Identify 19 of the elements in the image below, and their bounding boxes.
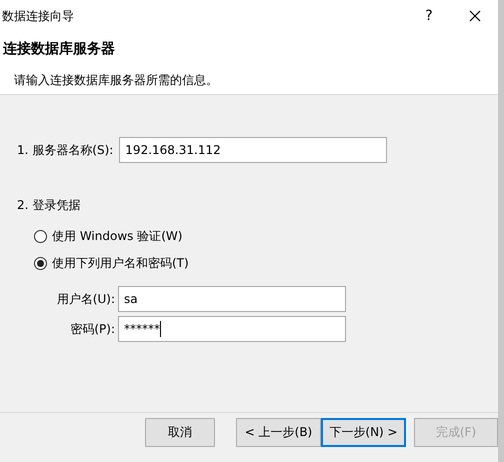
wizard-button[interactable]: 下一步(N) > <box>321 418 406 447</box>
wizard-button[interactable]: < 上一步(B) <box>236 418 321 447</box>
radio-button[interactable] <box>34 257 47 270</box>
username-label: 用户名(U): <box>56 290 115 308</box>
page-subtitle: 请输入连接数据库服务器所需的信息。 <box>14 72 219 89</box>
radio-button[interactable] <box>34 230 47 243</box>
server-name-label: 1. 服务器名称(S): <box>17 142 114 158</box>
radio-label: 使用下列用户名和密码(T) <box>52 255 189 272</box>
username-field[interactable]: sa <box>118 286 346 312</box>
password-label: 密码(P): <box>69 320 115 338</box>
close-icon <box>469 10 481 22</box>
window-title: 数据连接向导 <box>2 8 75 24</box>
password-field[interactable]: ****** <box>118 316 346 342</box>
radio-label: 使用 Windows 验证(W) <box>52 228 182 245</box>
help-button[interactable]: ? <box>406 0 452 32</box>
page-heading: 连接数据库服务器 <box>3 40 116 58</box>
login-credentials-label: 2. 登录凭据 <box>17 197 82 214</box>
server-name-field[interactable]: 192.168.31.112 <box>119 137 388 163</box>
wizard-button[interactable]: 取消 <box>145 418 215 447</box>
